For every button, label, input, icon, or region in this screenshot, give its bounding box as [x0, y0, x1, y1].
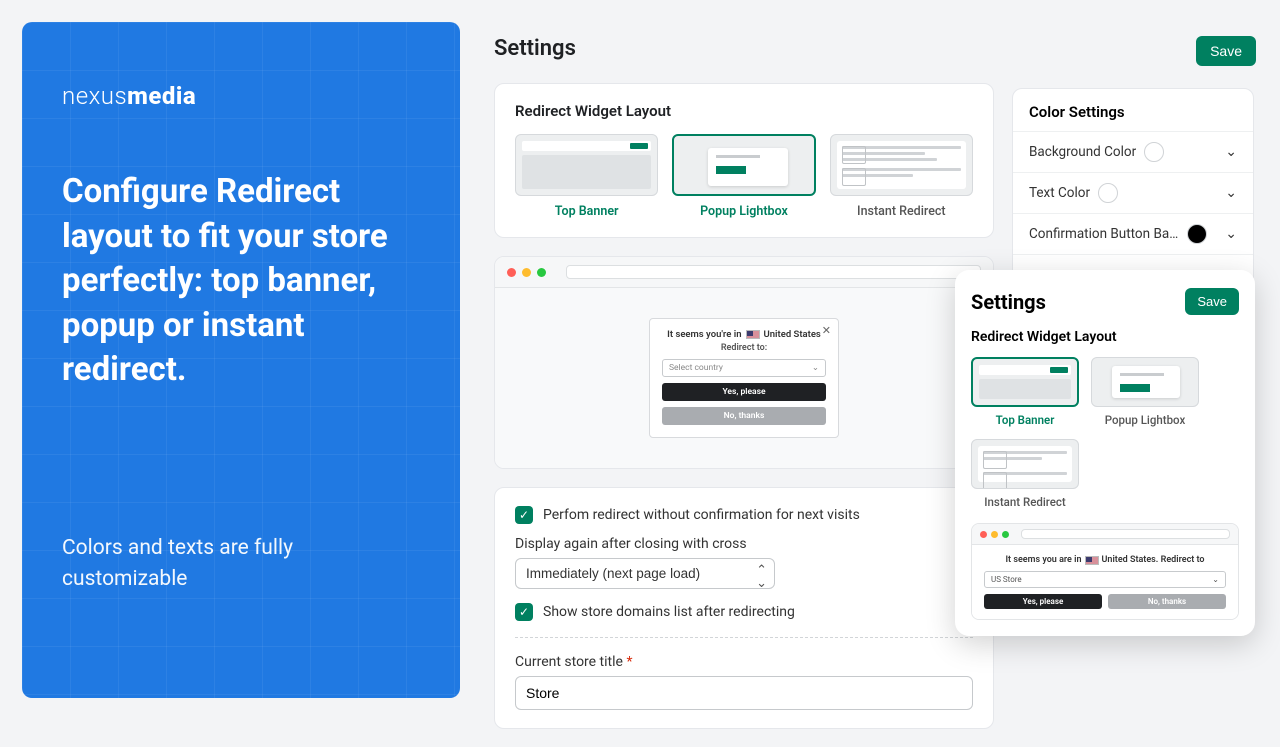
overlay-preview-select[interactable]: US Store⌄ [984, 571, 1226, 588]
preview-no-button[interactable]: No, thanks [662, 407, 826, 425]
overlay-title: Settings [971, 290, 1046, 314]
flag-icon [1085, 556, 1099, 565]
close-icon[interactable]: ✕ [822, 324, 831, 337]
check-icon: ✓ [515, 506, 533, 524]
chevron-down-icon: ⌄ [812, 363, 819, 373]
chevron-down-icon: ⌄ [1225, 185, 1237, 201]
overlay-preview: It seems you are in United States. Redir… [971, 523, 1239, 620]
overlay-section-title: Redirect Widget Layout [971, 329, 1239, 345]
overlay-option-popup-lightbox[interactable]: Popup Lightbox [1091, 357, 1199, 427]
main-column: Settings Redirect Widget Layout Top Bann… [494, 36, 994, 747]
chevron-down-icon: ⌄ [1212, 575, 1219, 584]
overlay-settings-card: Settings Save Redirect Widget Layout Top… [955, 270, 1255, 636]
browser-chrome [495, 257, 993, 288]
display-again-label: Display again after closing with cross [515, 536, 973, 552]
current-store-title-input[interactable] [515, 676, 973, 710]
check-icon: ✓ [515, 603, 533, 621]
widget-layout-card: Redirect Widget Layout Top Banner Popup … [494, 83, 994, 238]
display-again-select[interactable]: ⌃⌄ [515, 558, 775, 589]
options-card: ✓ Perfom redirect without confirmation f… [494, 487, 994, 729]
color-row-text[interactable]: Text Color ⌄ [1013, 172, 1253, 213]
promo-headline: Configure Redirect layout to fit your st… [62, 170, 420, 393]
preview-yes-button[interactable]: Yes, please [662, 383, 826, 401]
promo-panel: nexusmedia Configure Redirect layout to … [22, 22, 460, 698]
flag-icon [746, 330, 760, 339]
chevron-down-icon: ⌄ [1225, 226, 1237, 242]
widget-layout-title: Redirect Widget Layout [515, 102, 973, 120]
overlay-no-button[interactable]: No, thanks [1108, 594, 1226, 609]
select-stepper-icon: ⌃⌄ [756, 564, 767, 590]
brand-light: nexus [62, 82, 127, 110]
color-swatch [1144, 142, 1164, 162]
chevron-down-icon: ⌄ [1225, 144, 1237, 160]
checkbox-redirect-no-confirm[interactable]: ✓ Perfom redirect without confirmation f… [515, 506, 973, 524]
overlay-option-top-banner[interactable]: Top Banner [971, 357, 1079, 427]
brand-logo: nexusmedia [62, 82, 420, 110]
color-swatch [1098, 183, 1118, 203]
page-title: Settings [494, 36, 994, 61]
overlay-save-button[interactable]: Save [1185, 288, 1239, 315]
checkbox-show-domains[interactable]: ✓ Show store domains list after redirect… [515, 603, 973, 621]
layout-option-popup-lightbox[interactable]: Popup Lightbox [672, 134, 815, 219]
layout-option-instant-redirect[interactable]: Instant Redirect [830, 134, 973, 219]
brand-bold: media [127, 82, 196, 110]
color-row-confirm-bg[interactable]: Confirmation Button Backg... ⌄ [1013, 213, 1253, 254]
preview-select[interactable]: Select country⌄ [662, 359, 826, 377]
layout-option-top-banner[interactable]: Top Banner [515, 134, 658, 219]
color-swatch [1187, 224, 1207, 244]
current-store-title-label: Current store title * [515, 654, 973, 670]
address-bar [566, 265, 981, 279]
overlay-option-instant-redirect[interactable]: Instant Redirect [971, 439, 1079, 509]
save-button[interactable]: Save [1196, 36, 1256, 66]
preview-popup: ✕ It seems you're in United States Redir… [649, 318, 839, 438]
preview-card: ✕ It seems you're in United States Redir… [494, 256, 994, 469]
color-settings-title: Color Settings [1013, 89, 1253, 131]
promo-subline: Colors and texts are fully customizable [62, 533, 420, 596]
overlay-yes-button[interactable]: Yes, please [984, 594, 1102, 609]
color-row-background[interactable]: Background Color ⌄ [1013, 131, 1253, 172]
